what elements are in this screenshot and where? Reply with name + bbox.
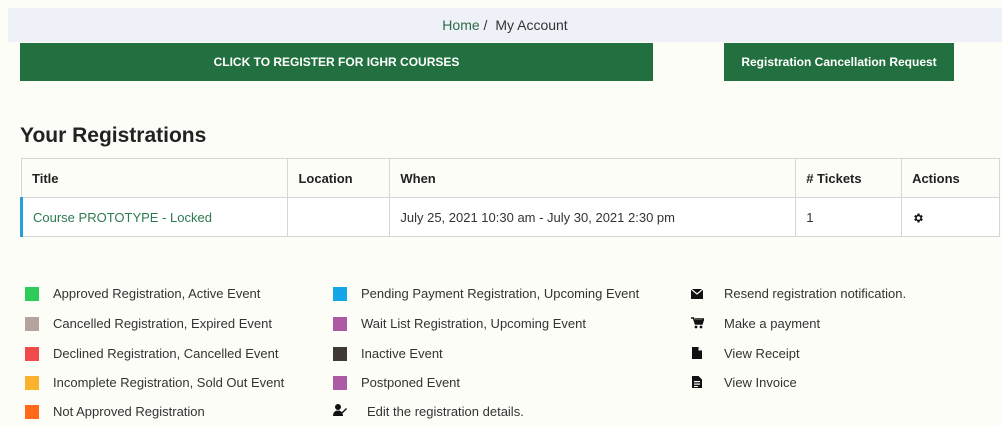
legend-item-cancelled: Cancelled Registration, Expired Event: [25, 314, 272, 334]
breadcrumb-separator: /: [483, 17, 488, 33]
breadcrumb: Home / My Account: [8, 8, 1002, 42]
row-actions-cell: [901, 197, 1000, 237]
legend-label: Resend registration notification.: [724, 286, 907, 301]
legend-label: Not Approved Registration: [53, 404, 205, 419]
legend-item-edit: Edit the registration details.: [333, 402, 524, 422]
legend-item-resend: Resend registration notification.: [690, 284, 906, 304]
legend-item-not-approved: Not Approved Registration: [25, 402, 205, 422]
receipt-icon: [690, 345, 704, 365]
cancellation-request-button[interactable]: Registration Cancellation Request: [724, 43, 954, 81]
register-courses-button[interactable]: CLICK TO REGISTER FOR IGHR COURSES: [20, 43, 653, 81]
legend-item-invoice: View Invoice: [690, 373, 797, 393]
status-swatch: [333, 375, 347, 390]
legend-item-declined: Declined Registration, Cancelled Event: [25, 344, 278, 364]
row-title-cell: Course PROTOTYPE - Locked: [19, 197, 289, 237]
legend-label: Cancelled Registration, Expired Event: [53, 316, 272, 331]
legend-label: Pending Payment Registration, Upcoming E…: [361, 286, 640, 301]
legend-label: Approved Registration, Active Event: [53, 286, 261, 301]
row-when-cell: July 25, 2021 10:30 am - July 30, 2021 2…: [389, 197, 797, 237]
legend-label: Make a payment: [724, 316, 821, 331]
legend-item-incomplete: Incomplete Registration, Sold Out Event: [25, 373, 284, 393]
status-swatch: [25, 375, 39, 390]
breadcrumb-home-link[interactable]: Home: [442, 17, 479, 33]
legend-action-icons: Resend registration notification. Make a…: [690, 284, 990, 394]
legend-status-colors-2: Pending Payment Registration, Upcoming E…: [333, 284, 678, 424]
table-row: Course PROTOTYPE - Locked July 25, 2021 …: [19, 197, 1000, 237]
legend-status-colors: Approved Registration, Active Event Canc…: [25, 284, 325, 424]
legend-label: Declined Registration, Cancelled Event: [53, 346, 279, 361]
legend-label: View Receipt: [724, 346, 800, 361]
legend-item-receipt: View Receipt: [690, 344, 800, 364]
breadcrumb-current: My Account: [495, 17, 568, 33]
legend-label: Inactive Event: [361, 346, 443, 361]
legend-item-wait-list: Wait List Registration, Upcoming Event: [333, 314, 586, 334]
column-header-tickets: # Tickets: [795, 158, 903, 198]
invoice-icon: [690, 374, 704, 394]
legend-item-payment: Make a payment: [690, 314, 820, 334]
registrations-table: Title Location When # Tickets Actions Co…: [19, 158, 1000, 237]
status-swatch: [333, 316, 347, 331]
cart-icon: [690, 315, 705, 335]
row-tickets-cell: 1: [795, 197, 903, 237]
column-header-actions: Actions: [901, 158, 1000, 198]
legend-item-approved: Approved Registration, Active Event: [25, 284, 260, 304]
column-header-location: Location: [287, 158, 391, 198]
envelope-icon: [690, 285, 704, 305]
status-swatch: [25, 286, 39, 301]
legend-label: Postponed Event: [361, 375, 461, 390]
edit-user-icon: [333, 403, 347, 423]
gear-icon[interactable]: [912, 212, 924, 224]
legend-label: View Invoice: [724, 375, 797, 390]
status-swatch: [333, 286, 347, 301]
event-title-link[interactable]: Course PROTOTYPE - Locked: [33, 210, 212, 225]
legend-label: Incomplete Registration, Sold Out Event: [53, 375, 285, 390]
table-header-row: Title Location When # Tickets Actions: [20, 158, 1000, 198]
status-swatch: [333, 346, 347, 361]
status-swatch: [25, 316, 39, 331]
status-swatch: [25, 404, 39, 419]
legend-item-postponed: Postponed Event: [333, 373, 460, 393]
status-swatch: [25, 346, 39, 361]
legend-item-pending-payment: Pending Payment Registration, Upcoming E…: [333, 284, 639, 304]
row-location-cell: [287, 197, 391, 237]
column-header-title: Title: [20, 158, 289, 198]
legend-item-inactive: Inactive Event: [333, 344, 443, 364]
legend-label: Edit the registration details.: [367, 404, 524, 419]
column-header-when: When: [389, 158, 797, 198]
page-title: Your Registrations: [20, 124, 207, 147]
legend-label: Wait List Registration, Upcoming Event: [361, 316, 586, 331]
